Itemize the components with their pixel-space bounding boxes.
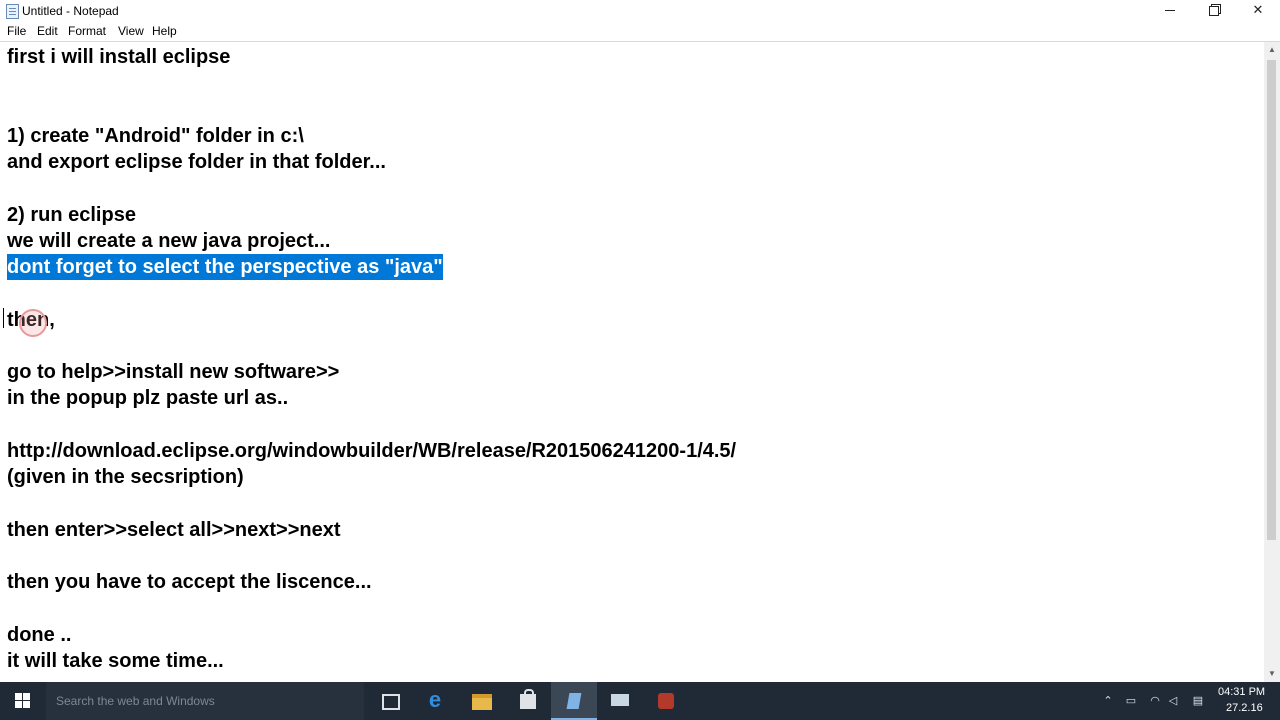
- menu-bar: File Edit Format View Help: [0, 22, 1280, 42]
- menu-format[interactable]: Format: [68, 24, 106, 38]
- editor-line: 2) run eclipse: [7, 204, 136, 226]
- editor-line: done ..: [7, 624, 72, 646]
- editor-line: it will take some time...: [7, 650, 224, 672]
- minimize-icon: [1165, 10, 1175, 12]
- show-hidden-icons-chevron-icon[interactable]: ⌃: [1101, 694, 1115, 708]
- click-highlight-icon: [19, 309, 47, 337]
- editor-line: we will create a new java project...: [7, 230, 331, 252]
- editor-line: first i will install eclipse: [7, 46, 231, 68]
- notifications-icon[interactable]: ▤: [1191, 694, 1205, 708]
- window-app-icon: [611, 694, 629, 706]
- editor-line: in the popup plz paste url as..: [7, 387, 289, 409]
- search-placeholder: Search the web and Windows: [56, 694, 215, 708]
- selected-text-line: dont forget to select the perspective as…: [7, 254, 443, 280]
- menu-file[interactable]: File: [7, 24, 26, 38]
- menu-edit[interactable]: Edit: [37, 24, 58, 38]
- store-bag-icon: [520, 689, 536, 709]
- editor-line: then enter>>select all>>next>>next: [7, 519, 341, 541]
- scroll-down-arrow-icon[interactable]: ▼: [1264, 666, 1280, 682]
- task-view-icon: [382, 694, 400, 710]
- minimize-button[interactable]: [1148, 0, 1192, 22]
- clock-time[interactable]: 04:31 PM: [1218, 686, 1265, 698]
- editor-line: then you have to accept the liscence...: [7, 571, 372, 593]
- editor-line: (given in the secsription): [7, 466, 244, 488]
- wifi-icon[interactable]: ◠: [1148, 694, 1162, 708]
- notepad-icon: [566, 693, 582, 709]
- window-title: Untitled - Notepad: [22, 4, 119, 18]
- menu-help[interactable]: Help: [152, 24, 177, 38]
- close-button[interactable]: ✕: [1236, 0, 1280, 22]
- editor-line: and export eclipse folder in that folder…: [7, 151, 386, 173]
- restore-icon: [1209, 5, 1219, 16]
- notepad-icon: [6, 4, 19, 19]
- app-taskbar-button[interactable]: [643, 682, 689, 720]
- start-button[interactable]: [0, 682, 46, 720]
- vertical-scrollbar[interactable]: ▲ ▼: [1264, 42, 1280, 682]
- app-taskbar-button[interactable]: [597, 682, 643, 720]
- task-view-button[interactable]: [367, 682, 413, 720]
- taskbar: Search the web and Windows e ⌃ ▭ ◠ ◁ ▤ 0…: [0, 682, 1280, 720]
- store-button[interactable]: [505, 682, 551, 720]
- edge-icon: e: [428, 687, 442, 712]
- notepad-taskbar-button[interactable]: [551, 682, 597, 720]
- text-editor[interactable]: first i will install eclipse 1) create "…: [0, 42, 1264, 682]
- folder-icon: [472, 694, 492, 710]
- edge-browser-button[interactable]: e: [413, 682, 459, 720]
- taskbar-search-box[interactable]: Search the web and Windows: [46, 682, 364, 720]
- scroll-thumb[interactable]: [1267, 60, 1276, 540]
- editor-line: http://download.eclipse.org/windowbuilde…: [7, 440, 737, 462]
- scroll-up-arrow-icon[interactable]: ▲: [1264, 42, 1280, 58]
- text-cursor-icon: [3, 308, 4, 328]
- volume-icon[interactable]: ◁: [1166, 694, 1180, 708]
- title-bar: Untitled - Notepad ✕: [0, 0, 1280, 22]
- file-explorer-button[interactable]: [459, 682, 505, 720]
- editor-line: go to help>>install new software>>: [7, 361, 340, 383]
- restore-button[interactable]: [1192, 0, 1236, 22]
- menu-view[interactable]: View: [118, 24, 144, 38]
- network-icon[interactable]: ▭: [1124, 694, 1138, 708]
- windows-logo-icon: [15, 693, 31, 709]
- editor-line: 1) create "Android" folder in c:\: [7, 125, 304, 147]
- clock-date[interactable]: 27.2.16: [1226, 702, 1263, 714]
- red-app-icon: [658, 693, 674, 709]
